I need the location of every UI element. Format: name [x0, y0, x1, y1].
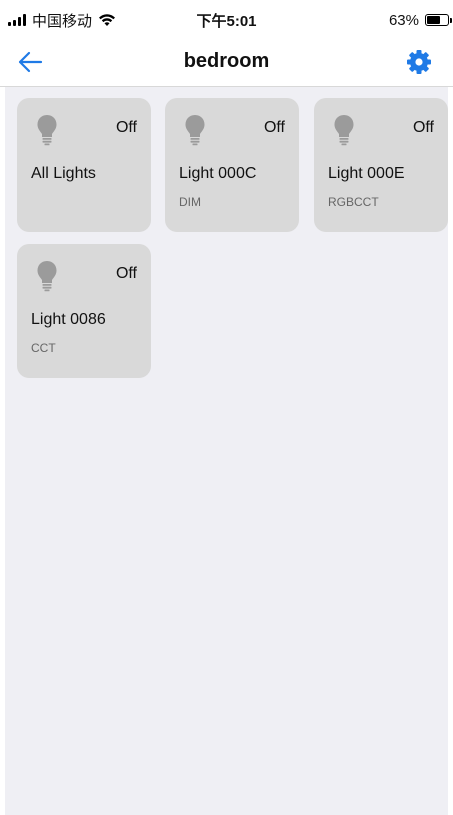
light-grid: Off All Lights Off Light 000C DIM Off Li…	[5, 87, 448, 815]
lightbulb-icon	[37, 261, 57, 292]
lightbulb-icon	[334, 115, 354, 146]
light-type: DIM	[179, 195, 201, 209]
wifi-icon	[99, 14, 116, 26]
light-tile-0086[interactable]: Off Light 0086 CCT	[17, 244, 151, 378]
light-tile-000c[interactable]: Off Light 000C DIM	[165, 98, 299, 232]
page-title: bedroom	[183, 50, 270, 72]
light-tile-000e[interactable]: Off Light 000E RGBCCT	[314, 98, 448, 232]
settings-button[interactable]	[403, 46, 435, 78]
status-right: 63%	[389, 12, 453, 29]
nav-bar: bedroom	[0, 40, 453, 87]
light-state: Off	[115, 265, 137, 282]
light-type: RGBCCT	[328, 195, 379, 209]
light-state: Off	[412, 119, 434, 136]
light-name: Light 000E	[328, 165, 405, 182]
carrier-label: 中国移动	[32, 12, 93, 30]
light-type: CCT	[31, 341, 56, 355]
lightbulb-icon	[37, 115, 57, 146]
light-name: Light 000C	[179, 165, 257, 182]
light-tile-all-lights[interactable]: Off All Lights	[17, 98, 151, 232]
gear-icon	[407, 50, 431, 74]
signal-icon	[8, 14, 26, 26]
status-time: 下午5:01	[196, 12, 257, 30]
lightbulb-icon	[185, 115, 205, 146]
status-bar: 中国移动 下午5:01 63%	[0, 0, 453, 40]
status-left: 中国移动	[0, 10, 116, 31]
light-name: All Lights	[31, 165, 96, 182]
battery-percent: 63%	[388, 11, 419, 29]
battery-icon	[425, 14, 452, 26]
light-name: Light 0086	[31, 311, 106, 328]
light-state: Off	[263, 119, 285, 136]
light-state: Off	[115, 119, 137, 136]
